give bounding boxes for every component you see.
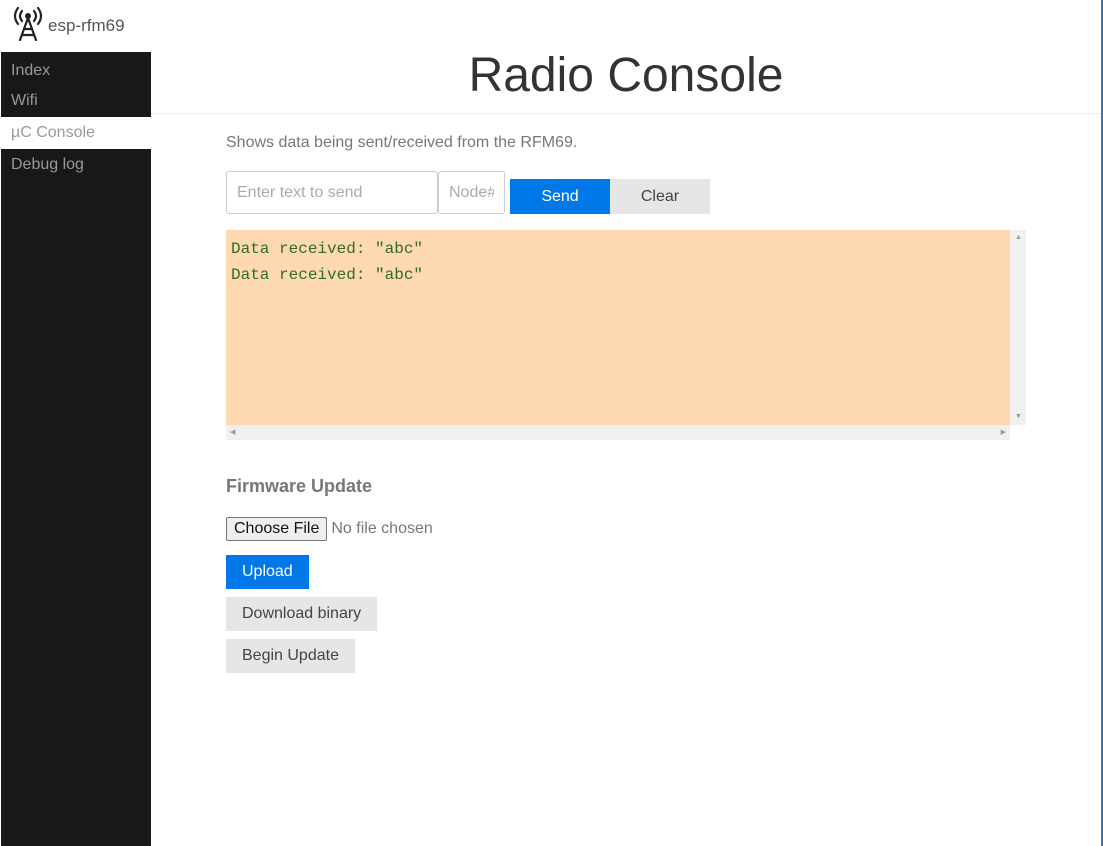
brand-name: esp-rfm69: [48, 16, 125, 35]
scroll-left-icon[interactable]: ◀: [230, 429, 235, 437]
node-number-input[interactable]: [438, 171, 505, 214]
console-output[interactable]: Data received: "abc" Data received: "abc"…: [226, 230, 1026, 440]
page-description: Shows data being sent/received from the …: [226, 134, 578, 151]
sidebar-item-index[interactable]: Index: [1, 52, 151, 85]
sidebar-item-uc-console[interactable]: µC Console: [1, 117, 151, 149]
vertical-scrollbar[interactable]: ▲ ▼: [1010, 230, 1026, 425]
sidebar: esp-rfm69 Index Wifi µC Console Debug lo…: [0, 0, 151, 846]
file-picker: Choose File No file chosen: [226, 517, 433, 541]
scroll-up-icon[interactable]: ▲: [1015, 234, 1022, 242]
brand[interactable]: esp-rfm69: [0, 0, 151, 52]
horizontal-scrollbar[interactable]: ◀ ▶: [226, 425, 1010, 440]
upload-button[interactable]: Upload: [226, 555, 309, 589]
sidebar-nav: Index Wifi µC Console Debug log: [1, 52, 151, 846]
radio-tower-icon: [12, 6, 48, 46]
scroll-down-icon[interactable]: ▼: [1015, 413, 1022, 421]
download-binary-button[interactable]: Download binary: [226, 597, 378, 631]
page-header: Radio Console: [151, 0, 1101, 114]
choose-file-button[interactable]: Choose File: [226, 517, 328, 541]
clear-button[interactable]: Clear: [610, 179, 710, 214]
begin-update-button[interactable]: Begin Update: [226, 639, 355, 673]
console-text: Data received: "abc" Data received: "abc": [226, 230, 1010, 425]
sidebar-item-wifi[interactable]: Wifi: [1, 85, 151, 117]
page-title: Radio Console: [468, 49, 784, 102]
scroll-right-icon[interactable]: ▶: [1001, 429, 1006, 437]
sidebar-item-debug-log[interactable]: Debug log: [1, 149, 151, 181]
firmware-update-title: Firmware Update: [226, 476, 373, 496]
send-button[interactable]: Send: [510, 179, 610, 214]
scrollbar-corner: [1010, 425, 1026, 440]
console-line: Data received: "abc": [231, 240, 424, 258]
send-text-input[interactable]: [226, 171, 438, 214]
file-status-text: No file chosen: [331, 520, 433, 537]
console-line: Data received: "abc": [231, 266, 424, 284]
